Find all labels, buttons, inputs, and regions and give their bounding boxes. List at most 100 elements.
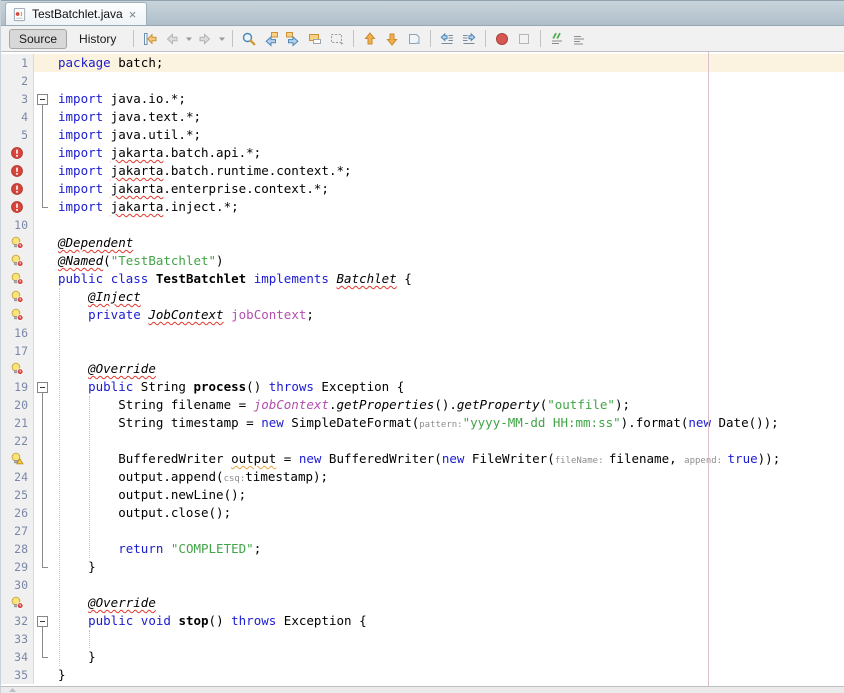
code-text[interactable]: @Override [58,594,844,612]
line-number[interactable]: 32 [1,612,34,630]
error-badge-icon[interactable] [1,180,34,198]
line-number[interactable]: 35 [1,666,34,684]
line-number[interactable]: 26 [1,504,34,522]
shift-left-button[interactable] [436,28,458,50]
line-number[interactable]: 27 [1,522,34,540]
code-line[interactable]: 2 [1,72,844,90]
code-text[interactable]: import java.io.*; [58,90,844,108]
code-text[interactable]: package batch; [58,54,844,72]
line-number[interactable]: 2 [1,72,34,90]
stop-macro-button[interactable] [513,28,535,50]
caret-down-button[interactable] [216,28,227,50]
hint-error-icon[interactable] [1,234,34,252]
error-badge-icon[interactable] [1,144,34,162]
find-prev-button[interactable] [260,28,282,50]
line-number[interactable]: 30 [1,576,34,594]
code-text[interactable]: BufferedWriter output = new BufferedWrit… [58,450,844,468]
code-line[interactable]: @Override [1,360,844,378]
tab-testbatchlet[interactable]: TestBatchlet.java × [5,2,147,25]
line-number[interactable]: 17 [1,342,34,360]
fold-collapse-button[interactable] [37,94,48,105]
code-text[interactable]: public void stop() throws Exception { [58,612,844,630]
rect-select-button[interactable] [326,28,348,50]
line-number[interactable]: 16 [1,324,34,342]
code-line[interactable]: 35} [1,666,844,684]
hint-error-icon[interactable] [1,306,34,324]
code-line[interactable]: 33 [1,630,844,648]
code-line[interactable]: 4import java.text.*; [1,108,844,126]
code-line[interactable]: import jakarta.batch.runtime.context.*; [1,162,844,180]
code-text[interactable] [58,576,844,594]
code-line[interactable]: 20 String filename = jobContext.getPrope… [1,396,844,414]
code-text[interactable]: } [58,558,844,576]
line-number[interactable]: 29 [1,558,34,576]
code-text[interactable]: private JobContext jobContext; [58,306,844,324]
code-line[interactable]: 27 [1,522,844,540]
code-line[interactable]: @Dependent [1,234,844,252]
code-text[interactable] [58,432,844,450]
code-text[interactable]: import jakarta.enterprise.context.*; [58,180,844,198]
line-number[interactable]: 3 [1,90,34,108]
fold-collapse-button[interactable] [37,382,48,393]
code-line[interactable]: 28 return "COMPLETED"; [1,540,844,558]
code-text[interactable] [58,342,844,360]
prev-bookmark-button[interactable] [359,28,381,50]
code-text[interactable]: } [58,666,844,684]
line-number[interactable]: 19 [1,378,34,396]
code-text[interactable]: return "COMPLETED"; [58,540,844,558]
fold-collapse-button[interactable] [37,616,48,627]
code-text[interactable]: import jakarta.batch.api.*; [58,144,844,162]
hint-error-icon[interactable] [1,360,34,378]
jump-last-edit-button[interactable] [139,28,161,50]
next-bookmark-button[interactable] [381,28,403,50]
code-text[interactable]: import java.util.*; [58,126,844,144]
code-line[interactable]: 22 [1,432,844,450]
hint-error-icon[interactable] [1,594,34,612]
code-line[interactable]: @Inject [1,288,844,306]
line-number[interactable]: 1 [1,54,34,72]
code-text[interactable]: @Dependent [58,234,844,252]
code-text[interactable]: output.append(csq:timestamp); [58,468,844,486]
code-line[interactable]: 24 output.append(csq:timestamp); [1,468,844,486]
code-text[interactable] [58,72,844,90]
code-line[interactable]: 19 public String process() throws Except… [1,378,844,396]
hint-error-icon[interactable] [1,288,34,306]
line-number[interactable]: 25 [1,486,34,504]
close-icon[interactable]: × [128,8,138,21]
code-text[interactable]: @Override [58,360,844,378]
find-selection-button[interactable] [238,28,260,50]
toggle-bookmark-button[interactable] [403,28,425,50]
history-view-button[interactable]: History [69,29,126,49]
code-line[interactable]: @Named("TestBatchlet") [1,252,844,270]
line-number[interactable]: 24 [1,468,34,486]
line-number[interactable]: 28 [1,540,34,558]
forward-button[interactable] [194,28,216,50]
code-line[interactable]: 30 [1,576,844,594]
code-line[interactable]: 5 import java.util.*; [1,126,844,144]
caret-down-button[interactable] [183,28,194,50]
code-text[interactable]: public class TestBatchlet implements Bat… [58,270,844,288]
code-line[interactable]: 17 [1,342,844,360]
line-number[interactable]: 22 [1,432,34,450]
record-macro-button[interactable] [491,28,513,50]
code-line[interactable]: 10 [1,216,844,234]
error-badge-icon[interactable] [1,162,34,180]
code-text[interactable] [58,216,844,234]
code-text[interactable]: import jakarta.inject.*; [58,198,844,216]
code-line[interactable]: public class TestBatchlet implements Bat… [1,270,844,288]
hint-warning-icon[interactable] [1,450,34,468]
code-line[interactable]: 16 [1,324,844,342]
code-text[interactable]: String timestamp = new SimpleDateFormat(… [58,414,844,432]
find-next-button[interactable] [282,28,304,50]
code-text[interactable]: public String process() throws Exception… [58,378,844,396]
source-view-button[interactable]: Source [9,29,67,49]
code-line[interactable]: import jakarta.inject.*; [1,198,844,216]
line-number[interactable]: 21 [1,414,34,432]
code-line[interactable]: private JobContext jobContext; [1,306,844,324]
line-number[interactable]: 5 [1,126,34,144]
code-line[interactable]: BufferedWriter output = new BufferedWrit… [1,450,844,468]
code-text[interactable] [58,630,844,648]
code-line[interactable]: import jakarta.enterprise.context.*; [1,180,844,198]
line-number[interactable]: 10 [1,216,34,234]
error-badge-icon[interactable] [1,198,34,216]
